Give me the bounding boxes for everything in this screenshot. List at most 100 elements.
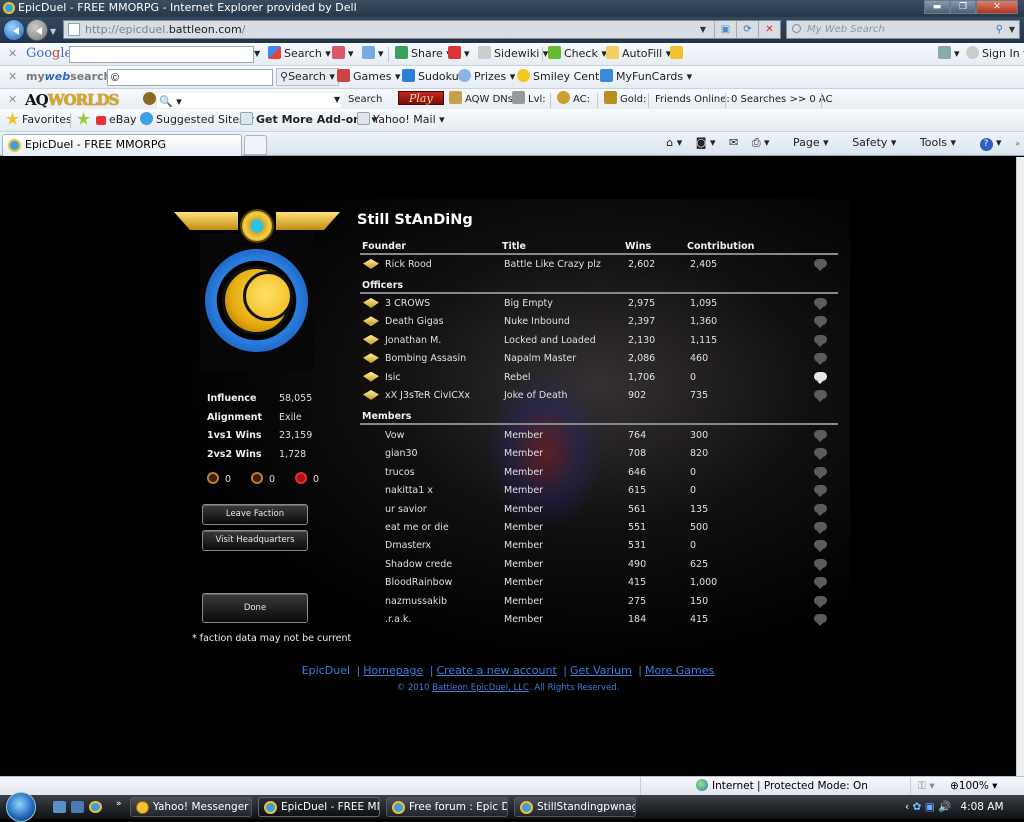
- close-toolbar-icon[interactable]: ✕: [8, 66, 17, 88]
- web-search-box[interactable]: My Web Search ⚲ ▼: [786, 20, 1020, 39]
- aqworlds-search-button[interactable]: Search: [348, 89, 382, 111]
- mywebsearch-input[interactable]: [107, 69, 273, 86]
- clock[interactable]: 4:08 AM: [960, 801, 1003, 813]
- roster-row[interactable]: Death Gigas Nuke Inbound 2,397 1,360: [360, 316, 838, 332]
- address-dropdown-icon[interactable]: ▼: [692, 21, 714, 38]
- prizes-button[interactable]: Prizes ▾: [458, 66, 515, 88]
- bookmark-button[interactable]: ▾: [332, 43, 354, 65]
- add-to-favorites-bar-button[interactable]: [77, 109, 93, 131]
- roster-row[interactable]: nazmussakib Member 275 150: [360, 595, 838, 612]
- favorite-link-suggested-sites[interactable]: Suggested Sites ▾: [140, 109, 254, 131]
- minimize-button[interactable]: ▬: [924, 0, 950, 14]
- close-toolbar-icon[interactable]: ✕: [8, 43, 17, 65]
- stop-icon[interactable]: ✕: [758, 21, 780, 38]
- back-button[interactable]: [3, 19, 25, 41]
- copyright-link[interactable]: Battleon EpicDuel, LLC: [432, 683, 529, 693]
- chat-bubble-icon[interactable]: [814, 485, 827, 498]
- tab-epicduel[interactable]: EpicDuel - FREE MMORPG: [2, 134, 242, 156]
- quicklaunch-overflow-chevron[interactable]: »: [116, 799, 122, 809]
- chat-bubble-icon[interactable]: [814, 595, 827, 608]
- roster-row[interactable]: BloodRainbow Member 415 1,000: [360, 577, 838, 593]
- chat-bubble-icon[interactable]: [814, 334, 827, 347]
- aqw-dns-button[interactable]: AQW DNs!: [449, 89, 517, 111]
- favorites-button[interactable]: Favorites: [6, 109, 72, 131]
- done-button[interactable]: Done: [202, 593, 308, 623]
- taskbar-item-free-forum[interactable]: Free forum : Epic Du...: [386, 797, 508, 817]
- plus-button[interactable]: ▾: [362, 43, 384, 65]
- spellcheck-button[interactable]: Check ▾: [548, 43, 607, 65]
- favorite-link-yahoo-mail[interactable]: Yahoo! Mail ▾: [357, 109, 445, 131]
- autofill-button[interactable]: AutoFill ▾: [606, 43, 671, 65]
- search-options-dropdown-icon[interactable]: ▼: [1009, 21, 1015, 38]
- roster-row[interactable]: Vow Member 764 300: [360, 430, 838, 446]
- chat-bubble-icon[interactable]: [814, 503, 827, 516]
- roster-row[interactable]: ur savior Member 561 135: [360, 503, 838, 520]
- vertical-scrollbar[interactable]: [1016, 157, 1024, 776]
- games-button[interactable]: Games ▾: [337, 66, 401, 88]
- ie-quicklaunch-icon[interactable]: [89, 801, 102, 813]
- restore-button[interactable]: ❐: [950, 0, 976, 14]
- volume-icon[interactable]: 🔊: [938, 801, 951, 813]
- feeds-button[interactable]: ◙ ▾: [696, 136, 716, 149]
- google-search-dropdown-icon[interactable]: ▼: [254, 43, 260, 65]
- start-button[interactable]: [6, 792, 36, 822]
- chat-bubble-icon[interactable]: [814, 371, 827, 384]
- chat-bubble-icon[interactable]: [814, 466, 827, 479]
- game-viewport[interactable]: Influence 58,055 Alignment Exile 1vs1 Wins…: [0, 157, 1016, 776]
- chat-bubble-icon[interactable]: [814, 316, 827, 329]
- sidewiki-button[interactable]: Sidewiki ▾: [478, 43, 548, 65]
- protected-mode-icon[interactable]: ⚿ ▾: [918, 779, 935, 794]
- new-tab-button[interactable]: [244, 135, 267, 155]
- footer-link-more-games[interactable]: More Games: [645, 664, 714, 677]
- chat-bubble-icon[interactable]: [814, 540, 827, 553]
- footer-link-create-account[interactable]: Create a new account: [436, 664, 556, 677]
- roster-row[interactable]: Shadow crede Member 490 625: [360, 558, 838, 575]
- roster-row[interactable]: Bombing Assasin Napalm Master 2,086 460: [360, 353, 838, 369]
- close-window-button[interactable]: ✕: [976, 0, 1018, 14]
- security-zone[interactable]: Internet | Protected Mode: On: [696, 779, 868, 794]
- address-bar[interactable]: http://epicduel.battleon.com/ ▼ ▣ ⟳ ✕: [63, 20, 781, 39]
- tray-app-icon[interactable]: ✿: [913, 801, 922, 813]
- close-toolbar-icon[interactable]: ✕: [8, 89, 17, 111]
- myfuncards-button[interactable]: MyFunCards ▾: [600, 66, 692, 88]
- print-button[interactable]: ⎙ ▾: [752, 136, 770, 149]
- highlighter-button[interactable]: [670, 43, 686, 65]
- translate-button[interactable]: ▾: [448, 43, 470, 65]
- chat-bubble-icon[interactable]: [814, 522, 827, 534]
- roster-row[interactable]: Rick Rood Battle Like Crazy plz 2,602 2,405: [360, 259, 838, 275]
- share-button[interactable]: Share ▾: [395, 43, 452, 65]
- refresh-icon[interactable]: ⟳: [736, 21, 758, 38]
- taskbar-item-stillstanding[interactable]: StillStandingpwnag...: [514, 797, 636, 817]
- tools-menu[interactable]: Tools ▾: [910, 136, 956, 149]
- chat-bubble-icon[interactable]: [814, 577, 827, 590]
- roster-row[interactable]: xX J3sTeR CivICXx Joke of Death 902 735: [360, 390, 838, 406]
- google-search-input[interactable]: [69, 46, 254, 63]
- footer-link-get-varium[interactable]: Get Varium: [570, 664, 632, 677]
- roster-row[interactable]: Jonathan M. Locked and Loaded 2,130 1,115: [360, 334, 838, 351]
- mail-button[interactable]: ✉: [729, 136, 738, 149]
- more-commands-chevron[interactable]: »: [1015, 139, 1020, 148]
- chat-bubble-icon[interactable]: [814, 614, 827, 626]
- show-desktop-icon[interactable]: [53, 801, 66, 813]
- leave-faction-button[interactable]: Leave Faction: [202, 504, 308, 525]
- mywebsearch-search-button[interactable]: ⚲Search ▾: [276, 68, 339, 86]
- network-icon[interactable]: ▣: [925, 801, 935, 813]
- taskbar-item-epicduel[interactable]: EpicDuel - FREE MM...: [258, 797, 380, 817]
- visit-headquarters-button[interactable]: Visit Headquarters: [202, 530, 308, 551]
- footer-link-homepage[interactable]: Homepage: [363, 664, 423, 677]
- favorite-link-ebay[interactable]: eBay: [96, 109, 137, 131]
- sudoku-button[interactable]: Sudoku: [402, 66, 459, 88]
- switch-windows-icon[interactable]: [71, 801, 84, 813]
- roster-row[interactable]: 3 CROWS Big Empty 2,975 1,095: [360, 298, 838, 314]
- chat-bubble-icon[interactable]: [814, 353, 827, 366]
- safety-menu[interactable]: Safety ▾: [842, 136, 896, 149]
- taskbar-item-yahoo-messenger[interactable]: Yahoo! Messenger: [130, 797, 252, 817]
- chat-bubble-icon[interactable]: [814, 298, 827, 310]
- chat-bubble-icon[interactable]: [814, 259, 827, 271]
- forward-button[interactable]: [26, 19, 48, 41]
- roster-row[interactable]: .r.a.k. Member 184 415: [360, 614, 838, 630]
- roster-row[interactable]: Isic Rebel 1,706 0: [360, 371, 838, 388]
- roster-row[interactable]: gian30 Member 708 820: [360, 448, 838, 464]
- history-dropdown-icon[interactable]: ▼: [50, 27, 56, 36]
- aqworlds-search-input[interactable]: 🔍 ▾: [156, 92, 342, 109]
